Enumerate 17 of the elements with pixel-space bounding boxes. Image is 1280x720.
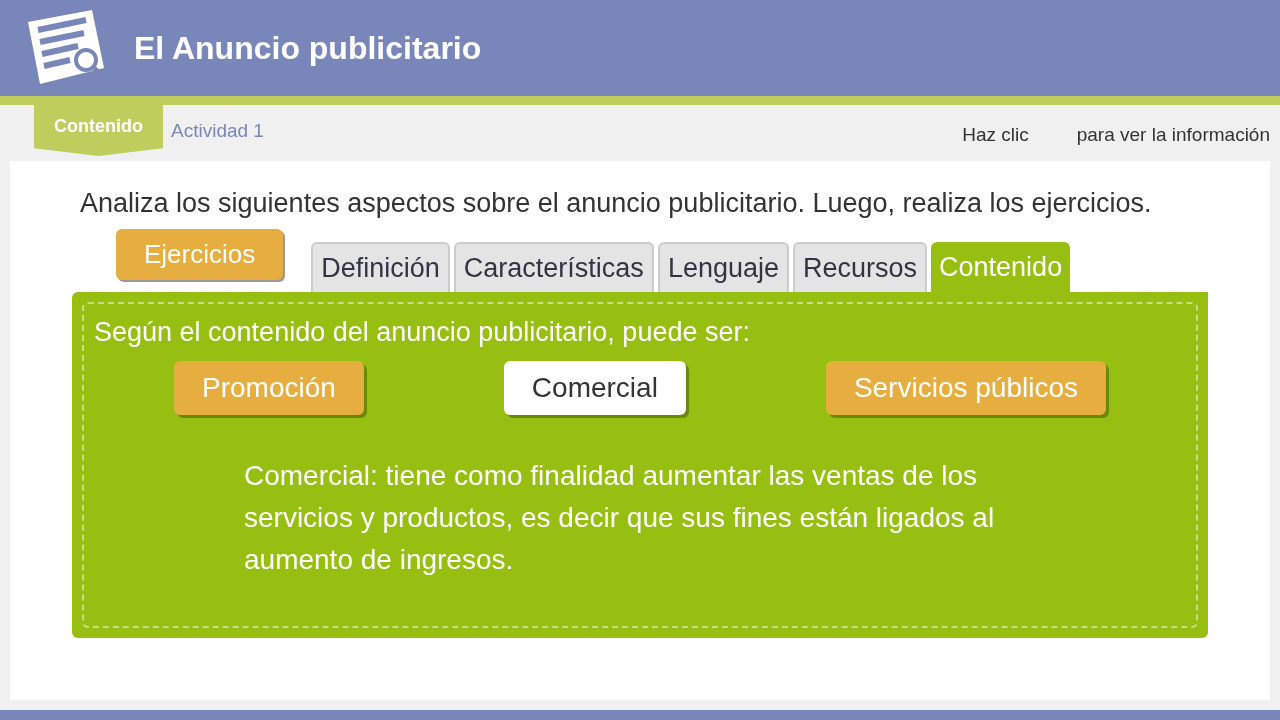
- page-title: El Anuncio publicitario: [134, 29, 482, 68]
- option-button[interactable]: Servicios públicos: [825, 360, 1106, 415]
- nav-tab[interactable]: Contenido: [34, 105, 163, 156]
- content-tab[interactable]: Definición: [311, 241, 450, 292]
- content-tab[interactable]: Contenido: [931, 241, 1071, 292]
- option-button[interactable]: Comercial: [503, 360, 686, 415]
- content-tab[interactable]: Lenguaje: [657, 241, 789, 292]
- content-tab[interactable]: Características: [453, 241, 654, 292]
- description-text: Comercial: tiene como finalidad aumentar las ventas de los servicios y productos, es decir que sus fines están ligados al aumento de ingresos.: [244, 458, 996, 577]
- intro-text: Analiza los siguientes aspectos sobre el anuncio publicitario. Luego, realiza los ejercicios.: [79, 187, 1153, 220]
- hint-text: Haz clic: [962, 123, 1029, 147]
- option-button[interactable]: Promoción: [174, 360, 364, 415]
- content-tab[interactable]: Recursos: [793, 241, 928, 292]
- panel-heading: Según el contenido del anuncio publicitario, puede ser:: [94, 316, 751, 349]
- exercises-button[interactable]: Ejercicios: [116, 229, 284, 280]
- hint-text: para ver la información: [1076, 123, 1270, 147]
- nav-tab[interactable]: Actividad 1: [163, 105, 272, 146]
